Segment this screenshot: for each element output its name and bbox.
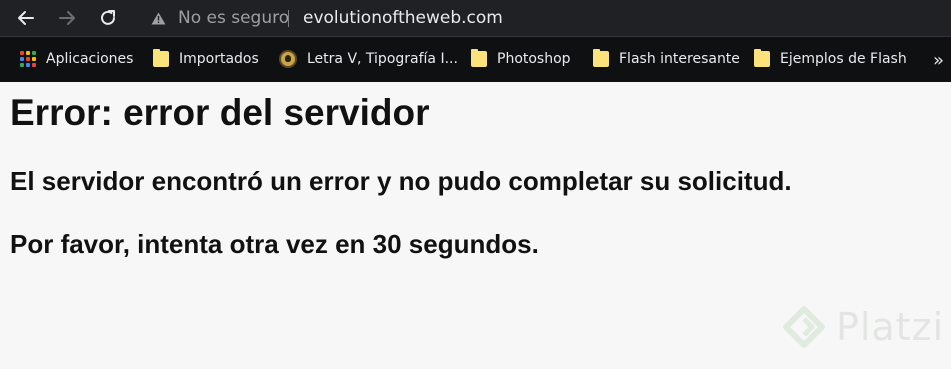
folder-icon [593, 49, 609, 67]
bookmark-label: Importados [179, 51, 259, 67]
bookmark-photoshop[interactable]: Photoshop [471, 48, 571, 70]
security-status-label[interactable]: No es seguro [178, 8, 289, 28]
bookmark-label: Photoshop [497, 51, 571, 67]
folder-icon [153, 49, 169, 67]
forward-arrow-icon [59, 11, 75, 25]
bookmark-label: Flash interesante [619, 51, 740, 67]
site-favicon-icon [279, 50, 297, 68]
error-message: El servidor encontró un error y no pudo … [10, 166, 792, 196]
warning-triangle-icon[interactable] [151, 12, 166, 25]
bookmarks-bar: Aplicaciones Importados Letra V, Tipogra… [0, 36, 951, 82]
bookmark-label: Aplicaciones [46, 51, 134, 67]
bookmarks-overflow-button[interactable]: » [933, 50, 944, 71]
error-heading: Error: error del servidor [10, 92, 430, 133]
watermark-text: Platzi [836, 305, 945, 349]
folder-icon [471, 49, 487, 67]
url-text[interactable]: evolutionoftheweb.com [303, 8, 503, 28]
reload-button[interactable] [96, 6, 120, 30]
forward-button[interactable] [55, 6, 79, 30]
reload-icon [101, 10, 115, 25]
platzi-logo-icon [783, 306, 825, 348]
address-bar[interactable]: No es seguro evolutionoftheweb.com [136, 1, 951, 35]
back-button[interactable] [14, 6, 38, 30]
bookmark-flash-interesante[interactable]: Flash interesante [593, 48, 740, 70]
folder-icon [754, 49, 770, 67]
browser-toolbar: No es seguro evolutionoftheweb.com [0, 0, 951, 36]
retry-message: Por favor, intenta otra vez en 30 segund… [10, 229, 539, 259]
bookmark-ejemplos-de-flash[interactable]: Ejemplos de Flash [754, 48, 907, 70]
bookmark-importados[interactable]: Importados [153, 48, 259, 70]
omnibox-divider [288, 10, 289, 27]
platzi-watermark: Platzi [782, 305, 944, 349]
bookmark-label: Letra V, Tipografía I... [307, 51, 458, 67]
bookmark-label: Ejemplos de Flash [780, 51, 907, 67]
bookmark-aplicaciones[interactable]: Aplicaciones [20, 48, 133, 70]
bookmark-letra-v[interactable]: Letra V, Tipografía I... [279, 48, 458, 70]
back-arrow-icon [18, 11, 34, 25]
apps-grid-icon [20, 51, 36, 67]
